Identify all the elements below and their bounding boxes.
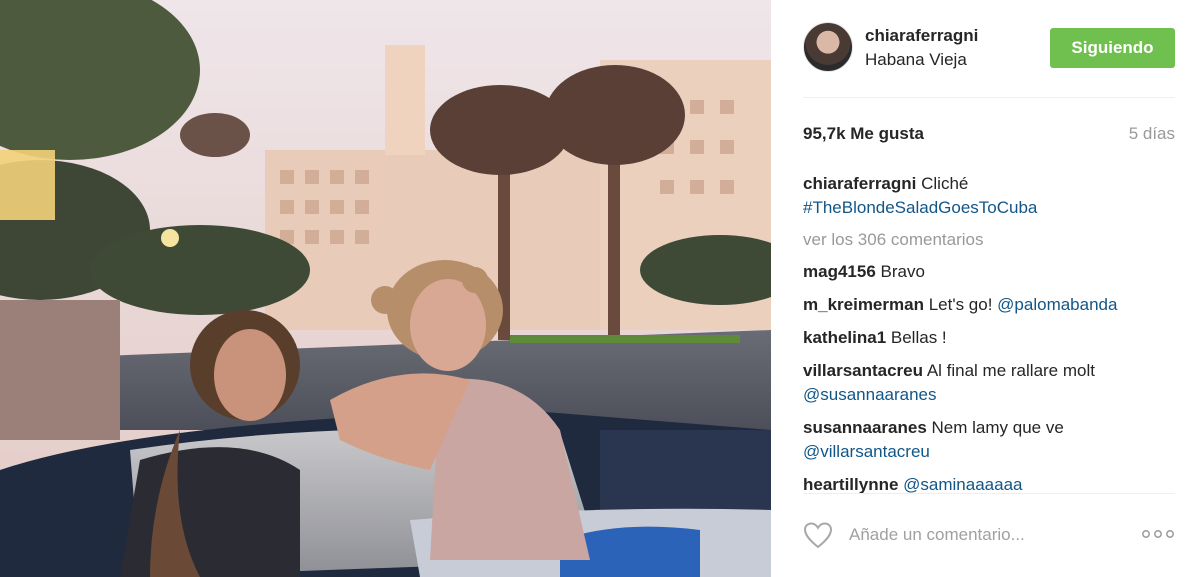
caption-username[interactable]: chiaraferragni — [803, 174, 916, 193]
avatar[interactable] — [803, 22, 853, 72]
comment-username[interactable]: susannaaranes — [803, 418, 927, 437]
comment-username[interactable]: kathelina1 — [803, 328, 886, 347]
hashtag-link[interactable]: #TheBlondeSaladGoesToCuba — [803, 198, 1037, 217]
comment-text: Bellas ! — [890, 328, 947, 347]
comment-text: Let's go! — [928, 295, 993, 314]
mention-link[interactable]: @susannaaranes — [803, 385, 937, 404]
post-sidebar: chiaraferragni Habana Vieja Siguiendo 95… — [771, 0, 1200, 577]
add-comment-input[interactable] — [849, 521, 1119, 549]
post-photo[interactable] — [0, 0, 771, 577]
comment-username[interactable]: villarsantacreu — [803, 361, 923, 380]
following-button[interactable]: Siguiendo — [1050, 28, 1175, 68]
caption: chiaraferragni Cliché — [803, 172, 1175, 196]
comment-item: kathelina1 Bellas ! — [803, 326, 1175, 350]
caption-hashtag-line: #TheBlondeSaladGoesToCuba — [803, 196, 1175, 220]
post-timestamp[interactable]: 5 días — [1129, 124, 1175, 144]
comment-text: Nem lamy que ve — [931, 418, 1064, 437]
comment-item: m_kreimerman Let's go! @palomabanda — [803, 293, 1175, 317]
comment-text: Al final me rallare molt — [926, 361, 1095, 380]
mention-link[interactable]: @palomabanda — [997, 295, 1117, 314]
comment-item: mag4156 Bravo — [803, 260, 1175, 284]
view-all-comments[interactable]: ver los 306 comentarios — [803, 228, 1175, 252]
comment-item: villarsantacreu Al final me rallare molt… — [803, 359, 1175, 407]
footer-divider — [803, 493, 1175, 494]
photo-illustration — [0, 0, 771, 577]
header-divider — [803, 97, 1175, 98]
caption-text: Cliché — [921, 174, 969, 193]
comments-list: chiaraferragni Cliché #TheBlondeSaladGoe… — [803, 172, 1175, 506]
mention-link[interactable]: @villarsantacreu — [803, 442, 930, 461]
comment-username[interactable]: heartillynne — [803, 475, 898, 494]
comment-footer — [803, 515, 1175, 555]
likes-count[interactable]: 95,7k Me gusta — [803, 124, 924, 144]
comment-username[interactable]: m_kreimerman — [803, 295, 924, 314]
location-link[interactable]: Habana Vieja — [865, 50, 967, 70]
author-username[interactable]: chiaraferragni — [865, 26, 978, 46]
post-header: chiaraferragni Habana Vieja Siguiendo — [803, 22, 1175, 74]
comment-text: Bravo — [880, 262, 925, 281]
likes-row: 95,7k Me gusta 5 días — [803, 124, 1175, 148]
mention-link[interactable]: @saminaaaaaa — [903, 475, 1022, 494]
comment-username[interactable]: mag4156 — [803, 262, 876, 281]
heart-outline-icon[interactable] — [803, 521, 833, 549]
comment-item: susannaaranes Nem lamy que ve @villarsan… — [803, 416, 1175, 464]
ellipsis-icon[interactable] — [1141, 527, 1175, 541]
